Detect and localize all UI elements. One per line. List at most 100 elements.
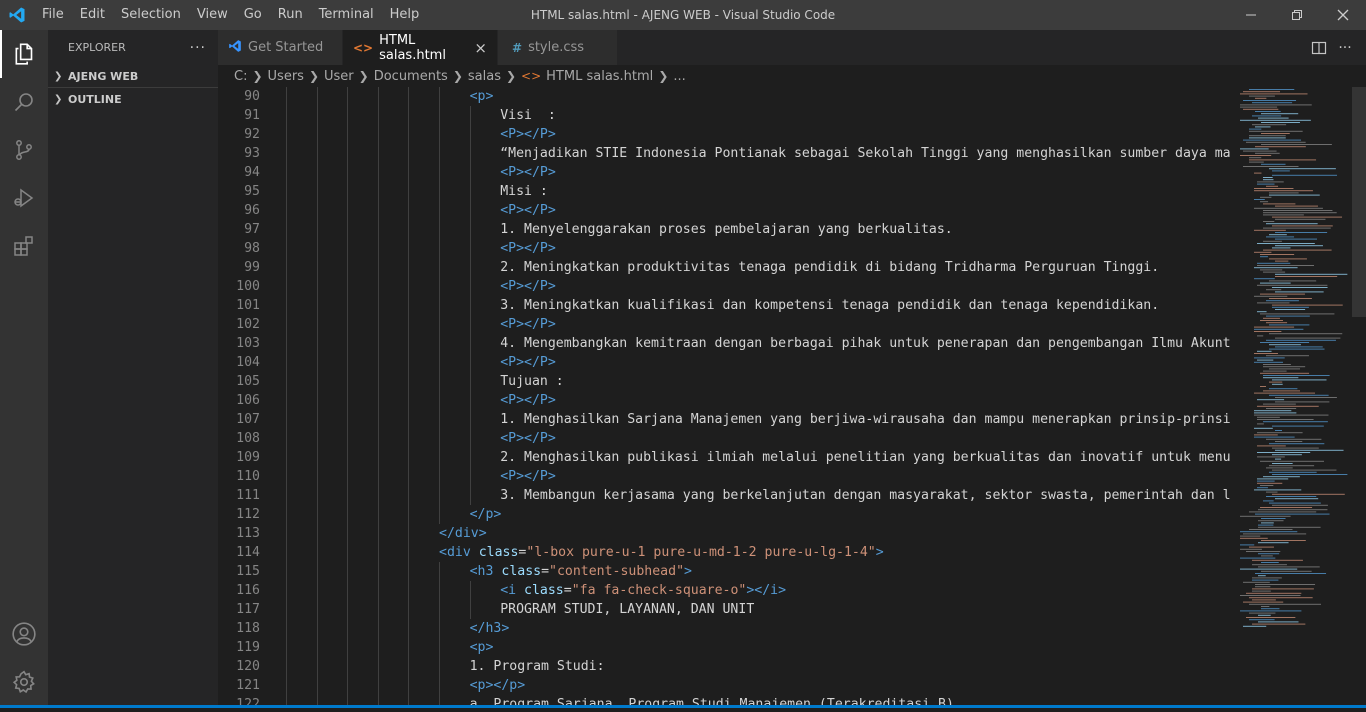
menu-item-file[interactable]: File: [34, 0, 72, 30]
code-line[interactable]: 112 </p>: [218, 505, 1230, 524]
code-line[interactable]: 92 <P></P>: [218, 125, 1230, 144]
tab-get-started[interactable]: Get Started: [218, 30, 343, 65]
code-line[interactable]: 120 1. Program Studi:: [218, 657, 1230, 676]
run-debug-icon[interactable]: [0, 174, 48, 222]
tab-style-css[interactable]: # style.css: [498, 30, 618, 65]
code-line[interactable]: 117 PROGRAM STUDI, LAYANAN, DAN UNIT: [218, 600, 1230, 619]
minimap-line: [1260, 254, 1295, 255]
minimap-line: [1275, 218, 1326, 220]
files-icon[interactable]: [0, 30, 48, 78]
minimap-line: [1263, 403, 1296, 405]
minimap-line: [1272, 463, 1293, 464]
indent-guide: [286, 524, 287, 543]
code-line[interactable]: 101 3. Meningkatkan kualifikasi dan kompe…: [218, 296, 1230, 315]
close-icon[interactable]: [1320, 0, 1366, 30]
code-line[interactable]: 104 <P></P>: [218, 353, 1230, 372]
code-line[interactable]: 109 2. Menghasilkan publikasi ilmiah mela…: [218, 448, 1230, 467]
code-token: "l-box pure-u-1 pure-u-md-1-2 pure-u-lg-…: [526, 545, 876, 560]
scrollbar-thumb[interactable]: [1352, 87, 1366, 317]
minimap-line: [1240, 595, 1301, 596]
menu-item-edit[interactable]: Edit: [72, 0, 113, 30]
code-line[interactable]: 107 1. Menghasilkan Sarjana Manajemen yan…: [218, 410, 1230, 429]
code-line[interactable]: 114 <div class="l-box pure-u-1 pure-u-md-…: [218, 543, 1230, 562]
indent-guide: [347, 581, 349, 600]
code-line[interactable]: 116 <i class="fa fa-check-square-o"></i>: [218, 581, 1230, 600]
menu-item-run[interactable]: Run: [270, 0, 311, 30]
code-line[interactable]: 111 3. Membangun kerjasama yang berkelanj…: [218, 486, 1230, 505]
code-line[interactable]: 97 1. Menyelenggarakan proses pembelajara…: [218, 220, 1230, 239]
breadcrumb-item[interactable]: User: [324, 69, 354, 84]
code-editor[interactable]: 90 <p> 91 Visi : 92 <P></P> 93 “Menjadikan STIE…: [218, 87, 1230, 708]
code-line[interactable]: 106 <P></P>: [218, 391, 1230, 410]
extensions-icon[interactable]: [0, 222, 48, 270]
account-icon[interactable]: [0, 610, 48, 658]
indent-guide: [439, 125, 440, 144]
indent-guide: [377, 296, 379, 315]
code-line[interactable]: 119 <p>: [218, 638, 1230, 657]
indent-guide: [377, 600, 379, 619]
more-actions-icon[interactable]: ···: [190, 40, 206, 56]
vscode-logo-icon[interactable]: [0, 0, 34, 30]
minimap-line: [1240, 104, 1312, 106]
code-text: <i class="fa fa-check-square-o"></i>: [500, 581, 786, 600]
menu-item-terminal[interactable]: Terminal: [311, 0, 382, 30]
code-line[interactable]: 91 Visi :: [218, 106, 1230, 125]
indent-guide: [286, 239, 287, 258]
menu-item-go[interactable]: Go: [236, 0, 270, 30]
indent-guide: [439, 429, 440, 448]
indent-guide: [316, 125, 318, 144]
code-line[interactable]: 95 Misi :: [218, 182, 1230, 201]
minimap-line: [1240, 531, 1298, 533]
code-line[interactable]: 115 <h3 class="content-subhead">: [218, 562, 1230, 581]
more-actions-icon[interactable]: ···: [1332, 30, 1358, 65]
folder-section-ajeng-web[interactable]: ❯ AJENG WEB: [48, 65, 218, 87]
menu-item-selection[interactable]: Selection: [113, 0, 189, 30]
code-line[interactable]: 94 <P></P>: [218, 163, 1230, 182]
line-number: 95: [244, 184, 260, 199]
code-line[interactable]: 102 <P></P>: [218, 315, 1230, 334]
code-line[interactable]: 90 <p>: [218, 87, 1230, 106]
indent-guide: [469, 391, 471, 410]
minimap-line: [1258, 509, 1328, 511]
code-line[interactable]: 118 </h3>: [218, 619, 1230, 638]
menu-item-help[interactable]: Help: [382, 0, 428, 30]
minimize-icon[interactable]: [1228, 0, 1274, 30]
breadcrumb-item[interactable]: C:: [234, 69, 247, 84]
code-line[interactable]: 100 <P></P>: [218, 277, 1230, 296]
breadcrumb-item[interactable]: HTML salas.html: [546, 69, 653, 84]
menu-item-view[interactable]: View: [189, 0, 236, 30]
indent-guide: [316, 657, 318, 676]
source-control-icon[interactable]: [0, 126, 48, 174]
minimap[interactable]: [1236, 87, 1352, 708]
minimap-line: [1240, 119, 1311, 121]
split-editor-icon[interactable]: [1306, 30, 1332, 65]
indent-guide: [347, 315, 349, 334]
code-line[interactable]: 103 4. Mengembangkan kemitraan dengan ber…: [218, 334, 1230, 353]
breadcrumb-item[interactable]: Users: [268, 69, 304, 84]
search-icon[interactable]: [0, 78, 48, 126]
close-tab-icon[interactable]: ×: [474, 39, 487, 57]
breadcrumb-item[interactable]: ...: [673, 69, 685, 84]
code-line[interactable]: 98 <P></P>: [218, 239, 1230, 258]
code-line[interactable]: 110 <P></P>: [218, 467, 1230, 486]
minimap-line: [1258, 614, 1271, 616]
minimap-line: [1255, 146, 1306, 148]
restore-icon[interactable]: [1274, 0, 1320, 30]
minimap-line: [1257, 416, 1280, 418]
code-line[interactable]: 105 Tujuan :: [218, 372, 1230, 391]
tab-html-salas[interactable]: <> HTML salas.html ×: [343, 30, 498, 65]
code-line[interactable]: 121 <p></p>: [218, 676, 1230, 695]
code-line[interactable]: 96 <P></P>: [218, 201, 1230, 220]
settings-gear-icon[interactable]: [0, 658, 48, 706]
breadcrumb-item[interactable]: Documents: [374, 69, 448, 84]
code-line[interactable]: 99 2. Meningkatkan produktivitas tenaga p…: [218, 258, 1230, 277]
minimap-line: [1249, 137, 1286, 139]
outline-section[interactable]: ❯ OUTLINE: [48, 87, 218, 110]
indent-guide: [377, 619, 379, 638]
indent-guide: [316, 638, 318, 657]
breadcrumb-item[interactable]: salas: [468, 69, 501, 84]
code-line[interactable]: 113 </div>: [218, 524, 1230, 543]
minimap-line: [1257, 183, 1275, 185]
code-line[interactable]: 93 “Menjadikan STIE Indonesia Pontianak s…: [218, 144, 1230, 163]
code-line[interactable]: 108 <P></P>: [218, 429, 1230, 448]
